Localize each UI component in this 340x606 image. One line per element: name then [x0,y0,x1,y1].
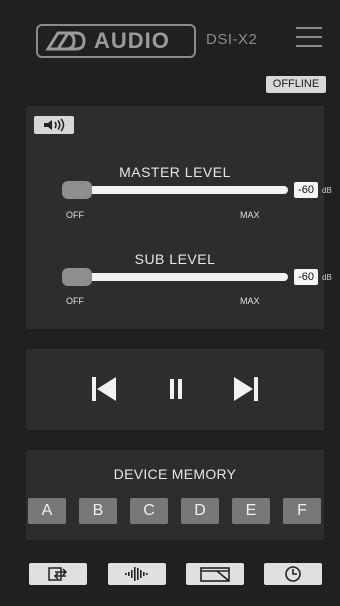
pause-icon[interactable] [160,373,192,405]
sub-level-value[interactable]: -60 [294,269,318,285]
app-root: AUDIO DSI-X2 OFFLINE MASTER LEVEL -60 dB… [0,0,340,606]
screen-icon [200,567,230,582]
input-select-icon [48,567,68,581]
header: AUDIO DSI-X2 OFFLINE [0,0,340,96]
dd-logo-icon [45,31,86,51]
sub-level-slider[interactable] [62,268,288,286]
memory-slot-c-button[interactable]: C [130,498,168,524]
master-level-unit: dB [322,186,332,195]
skip-next-icon[interactable] [230,373,262,405]
brand-name: AUDIO [94,28,170,53]
waveform-icon [125,567,148,581]
status-badge: OFFLINE [266,76,326,93]
memory-slot-f-button[interactable]: F [283,498,321,524]
master-level-value[interactable]: -60 [294,182,318,198]
brand-logo: AUDIO [36,24,196,58]
eq-button[interactable] [108,563,166,585]
master-min-label: OFF [66,210,84,220]
sub-min-label: OFF [66,296,84,306]
device-memory-title: DEVICE MEMORY [113,466,237,482]
master-level-thumb[interactable] [62,181,92,199]
sub-level-unit: dB [322,273,332,282]
input-select-button[interactable] [29,563,87,585]
skip-previous-icon[interactable] [88,373,120,405]
speaker-icon [44,118,65,132]
sub-level-title: SUB LEVEL [134,251,216,267]
memory-slot-row: A B C D E F [28,498,324,524]
transport-panel [26,349,324,430]
model-name: DSI-X2 [206,31,258,48]
sub-level-thumb[interactable] [62,268,92,286]
memory-slot-e-button[interactable]: E [232,498,270,524]
memory-slot-a-button[interactable]: A [28,498,66,524]
master-level-title: MASTER LEVEL [119,164,231,180]
master-max-label: MAX [240,210,260,220]
levels-panel: MASTER LEVEL -60 dB OFF MAX SUB LEVEL -6… [26,106,332,329]
clock-icon [285,566,301,582]
timer-button[interactable] [264,563,322,585]
sub-max-label: MAX [240,296,260,306]
memory-slot-b-button[interactable]: B [79,498,117,524]
screen-button[interactable] [186,563,244,585]
memory-slot-d-button[interactable]: D [181,498,219,524]
menu-icon[interactable] [296,27,322,49]
master-level-slider[interactable] [62,181,288,199]
device-memory-panel: DEVICE MEMORY A B C D E F [26,450,324,540]
speaker-button[interactable] [34,116,74,134]
